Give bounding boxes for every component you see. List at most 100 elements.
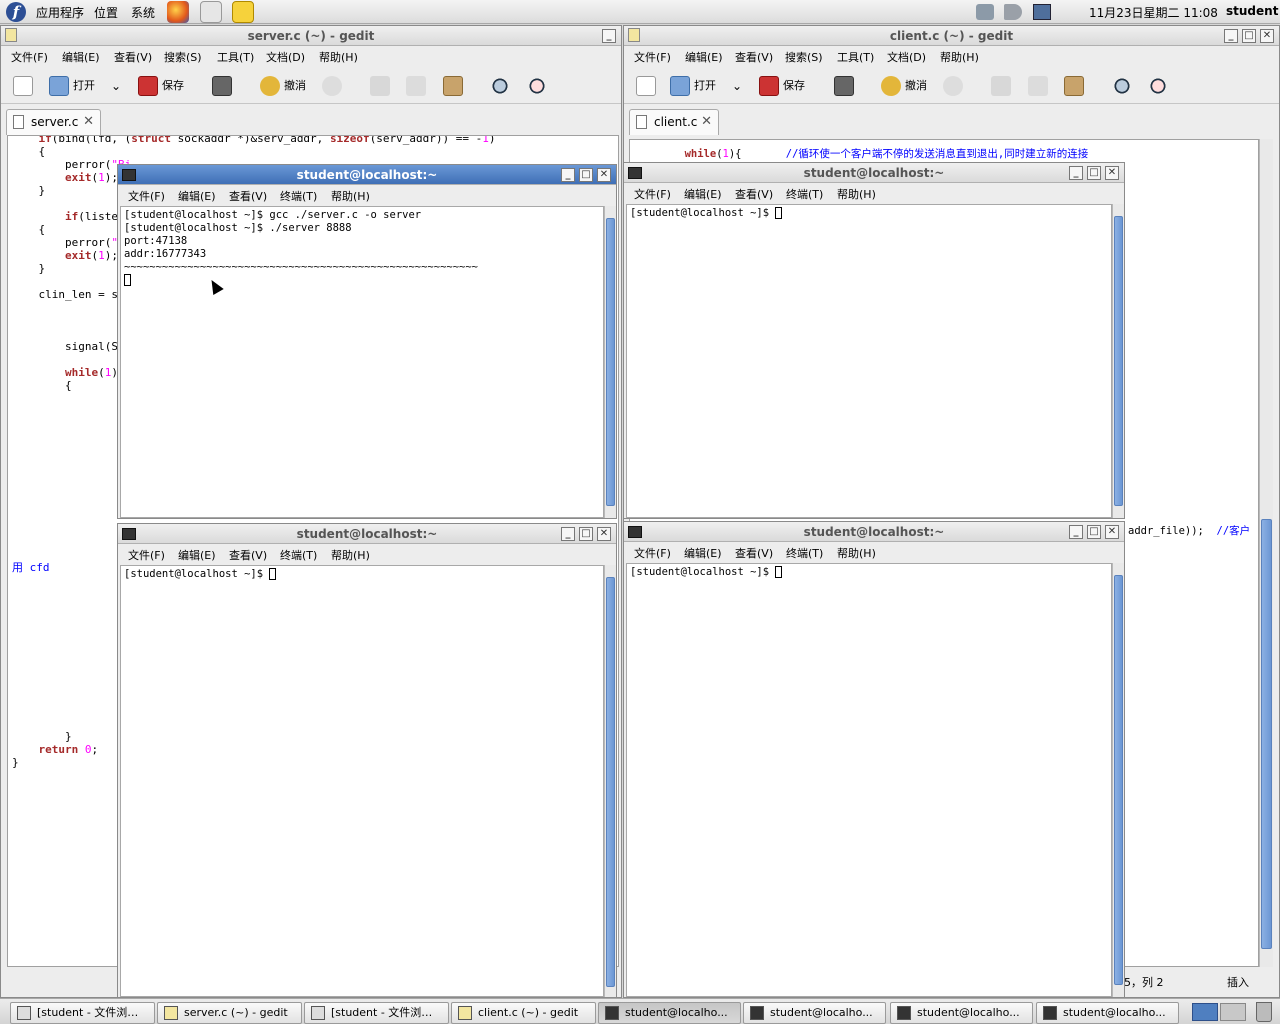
open-button[interactable]: 打开 (49, 72, 95, 100)
menu-file[interactable]: 文件(F) (634, 186, 671, 202)
editor-scrollbar[interactable] (1259, 139, 1273, 967)
applications-menu[interactable]: 应用程序 (36, 4, 84, 21)
undo-button[interactable]: 撤消 (260, 72, 306, 100)
menu-file[interactable]: 文件(F) (634, 545, 671, 561)
menu-help[interactable]: 帮助(H) (319, 49, 358, 65)
window-titlebar[interactable]: student@localhost:~ _ □ ✕ (118, 165, 616, 185)
replace-button[interactable] (1148, 72, 1172, 100)
places-menu[interactable]: 位置 (94, 4, 118, 21)
menu-tools[interactable]: 工具(T) (217, 49, 254, 65)
minimize-button[interactable]: _ (602, 29, 616, 43)
open-button[interactable]: 打开 (670, 72, 716, 100)
menu-file[interactable]: 文件(F) (128, 188, 165, 204)
maximize-button[interactable]: □ (1087, 525, 1101, 539)
scrollbar-thumb[interactable] (1261, 519, 1272, 949)
window-titlebar[interactable]: student@localhost:~ _ □ ✕ (624, 163, 1124, 183)
menu-terminal[interactable]: 终端(T) (786, 186, 823, 202)
taskbar-item[interactable]: student@localho... (598, 1002, 741, 1024)
terminal-scrollbar[interactable] (1112, 204, 1124, 518)
fedora-logo-icon[interactable]: f (6, 2, 26, 22)
open-dropdown[interactable]: ⌄ (111, 72, 121, 100)
redo-button[interactable] (943, 72, 967, 100)
menu-edit[interactable]: 编辑(E) (685, 49, 723, 65)
minimize-button[interactable]: _ (1069, 166, 1083, 180)
menu-search[interactable]: 搜索(S) (785, 49, 823, 65)
menu-help[interactable]: 帮助(H) (331, 188, 370, 204)
cut-button[interactable] (991, 72, 1015, 100)
window-titlebar[interactable]: student@localhost:~ _ □ ✕ (624, 522, 1124, 542)
terminal-screen[interactable]: [student@localhost ~]$ (626, 563, 1112, 997)
menu-documents[interactable]: 文档(D) (266, 49, 305, 65)
menu-edit[interactable]: 编辑(E) (178, 188, 216, 204)
minimize-button[interactable]: _ (1069, 525, 1083, 539)
menu-view[interactable]: 查看(V) (735, 186, 773, 202)
window-titlebar[interactable]: server.c (~) - gedit _ (1, 26, 621, 46)
save-button[interactable]: 保存 (138, 72, 184, 100)
scrollbar-thumb[interactable] (1114, 216, 1123, 506)
menu-view[interactable]: 查看(V) (735, 545, 773, 561)
taskbar-item[interactable]: [student - 文件浏… (10, 1002, 155, 1024)
maximize-button[interactable]: □ (1087, 166, 1101, 180)
close-tab-icon[interactable]: ✕ (83, 110, 94, 134)
print-button[interactable] (834, 72, 858, 100)
menu-file[interactable]: 文件(F) (634, 49, 671, 65)
replace-button[interactable] (527, 72, 551, 100)
clock[interactable]: 11月23日星期二 11:08 (1089, 4, 1218, 21)
menu-edit[interactable]: 编辑(E) (684, 545, 722, 561)
save-button[interactable]: 保存 (759, 72, 805, 100)
insert-mode[interactable]: 插入 (1227, 974, 1249, 990)
new-button[interactable] (13, 72, 37, 100)
terminal-screen[interactable]: [student@localhost ~]$ gcc ./server.c -o… (120, 206, 604, 518)
system-menu[interactable]: 系统 (131, 4, 155, 21)
close-tab-icon[interactable]: ✕ (701, 110, 712, 134)
terminal-screen[interactable]: [student@localhost ~]$ (626, 204, 1112, 518)
tab-server-c[interactable]: server.c ✕ (6, 109, 101, 135)
terminal-scrollbar[interactable] (1112, 563, 1124, 997)
user-name[interactable]: student (1226, 4, 1278, 18)
menu-search[interactable]: 搜索(S) (164, 49, 202, 65)
close-button[interactable]: ✕ (597, 527, 611, 541)
paste-button[interactable] (443, 72, 467, 100)
find-button[interactable] (490, 72, 514, 100)
menu-terminal[interactable]: 终端(T) (280, 547, 317, 563)
copy-button[interactable] (406, 72, 430, 100)
trash-icon[interactable] (1256, 1002, 1272, 1022)
terminal-scrollbar[interactable] (604, 565, 616, 997)
network-icon[interactable] (976, 4, 994, 20)
redo-button[interactable] (322, 72, 346, 100)
maximize-button[interactable]: □ (1242, 29, 1256, 43)
menu-terminal[interactable]: 终端(T) (786, 545, 823, 561)
taskbar-item[interactable]: student@localho... (890, 1002, 1033, 1024)
menu-file[interactable]: 文件(F) (11, 49, 48, 65)
menu-help[interactable]: 帮助(H) (837, 545, 876, 561)
find-button[interactable] (1112, 72, 1136, 100)
window-titlebar[interactable]: client.c (~) - gedit _ □ ✕ (624, 26, 1279, 46)
menu-terminal[interactable]: 终端(T) (280, 188, 317, 204)
taskbar-item[interactable]: [student - 文件浏… (304, 1002, 449, 1024)
undo-button[interactable]: 撤消 (881, 72, 927, 100)
volume-icon[interactable] (1004, 4, 1022, 20)
minimize-button[interactable]: _ (1224, 29, 1238, 43)
menu-help[interactable]: 帮助(H) (837, 186, 876, 202)
taskbar-item[interactable]: client.c (~) - gedit (451, 1002, 596, 1024)
menu-help[interactable]: 帮助(H) (331, 547, 370, 563)
terminal-scrollbar[interactable] (604, 206, 616, 518)
print-button[interactable] (212, 72, 236, 100)
menu-view[interactable]: 查看(V) (229, 547, 267, 563)
tab-client-c[interactable]: client.c ✕ (629, 109, 719, 135)
close-button[interactable]: ✕ (1260, 29, 1274, 43)
menu-view[interactable]: 查看(V) (229, 188, 267, 204)
menu-edit[interactable]: 编辑(E) (62, 49, 100, 65)
firefox-icon[interactable] (167, 1, 189, 23)
terminal-screen[interactable]: [student@localhost ~]$ (120, 565, 604, 997)
menu-file[interactable]: 文件(F) (128, 547, 165, 563)
maximize-button[interactable]: □ (579, 168, 593, 182)
menu-edit[interactable]: 编辑(E) (178, 547, 216, 563)
close-button[interactable]: ✕ (1105, 166, 1119, 180)
menu-help[interactable]: 帮助(H) (940, 49, 979, 65)
open-dropdown[interactable]: ⌄ (732, 72, 742, 100)
menu-edit[interactable]: 编辑(E) (684, 186, 722, 202)
copy-button[interactable] (1028, 72, 1052, 100)
menu-view[interactable]: 查看(V) (114, 49, 152, 65)
new-button[interactable] (636, 72, 660, 100)
